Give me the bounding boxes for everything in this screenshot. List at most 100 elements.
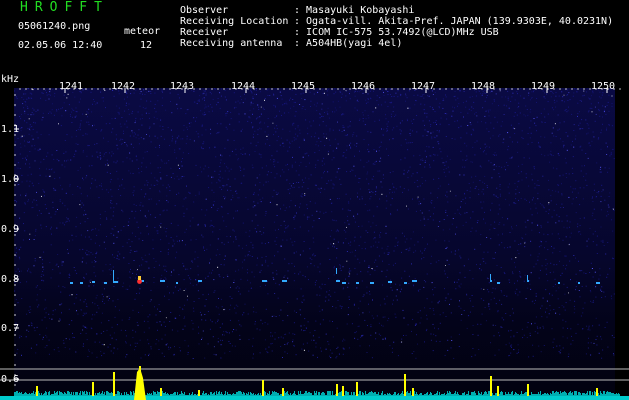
noise-dot (349, 93, 350, 95)
trace-bar (63, 394, 64, 396)
noise-dot (300, 314, 301, 316)
trace-bar (386, 395, 387, 396)
trace-bar (167, 393, 168, 396)
noise-dot (128, 109, 130, 110)
noise-dot (91, 111, 93, 113)
noise-dot (474, 113, 476, 115)
noise-dot (488, 115, 490, 117)
noise-dot (550, 262, 552, 264)
noise-dot (472, 108, 474, 109)
noise-dot (513, 349, 515, 351)
noise-dot (217, 98, 219, 99)
noise-dot (368, 267, 370, 268)
noise-dot (313, 93, 315, 95)
noise-dot (415, 100, 417, 102)
noise-dot (109, 173, 111, 174)
noise-dot (391, 347, 393, 349)
noise-dot (414, 104, 416, 106)
noise-dot (140, 137, 142, 139)
noise-dot (276, 273, 278, 275)
trace-bar (331, 395, 332, 396)
trace-bar (57, 391, 58, 396)
noise-dot (310, 106, 311, 107)
noise-dot (332, 245, 333, 247)
noise-dot (470, 187, 471, 189)
trace-bar (499, 394, 500, 396)
noise-dot (289, 143, 291, 144)
noise-dot (416, 324, 417, 326)
noise-dot (444, 162, 446, 164)
noise-dot (35, 352, 37, 354)
noise-dot (33, 265, 35, 267)
noise-dot (343, 152, 345, 153)
noise-dot (327, 107, 329, 109)
noise-dot (575, 212, 577, 214)
trace-bar (579, 392, 580, 396)
trace-bar (237, 392, 238, 396)
noise-dot (531, 179, 533, 181)
noise-dot (463, 116, 464, 118)
noise-dot (558, 95, 560, 97)
noise-dot (410, 120, 412, 122)
trace-bar (60, 392, 61, 396)
noise-dot (577, 192, 579, 194)
noise-dot (264, 131, 266, 133)
noise-dot (384, 101, 386, 103)
noise-dot (202, 294, 204, 296)
noise-dot (88, 236, 90, 238)
noise-dot (123, 187, 125, 189)
noise-dot (183, 265, 185, 267)
noise-dot (380, 232, 382, 233)
noise-dot (599, 268, 601, 270)
noise-dot (569, 226, 570, 228)
noise-dot (600, 201, 602, 203)
noise-dot (233, 282, 235, 283)
noise-dot (223, 334, 225, 336)
noise-dot (423, 198, 425, 200)
noise-dot (523, 97, 525, 99)
noise-dot (220, 264, 222, 265)
noise-dot (405, 248, 407, 250)
noise-dot (293, 345, 295, 346)
noise-dot (444, 270, 446, 272)
noise-dot (464, 166, 466, 168)
noise-dot (34, 260, 36, 262)
noise-dot (434, 111, 436, 113)
noise-dot (230, 118, 232, 120)
noise-dot (379, 304, 381, 306)
trace-bar (316, 391, 317, 396)
noise-dot (339, 266, 341, 268)
noise-dot (345, 231, 347, 233)
noise-dot (334, 111, 336, 113)
noise-dot (252, 167, 254, 169)
trace-bar (385, 394, 386, 396)
trace-bar (171, 394, 172, 396)
noise-dot (349, 144, 350, 146)
noise-dot (397, 241, 399, 243)
trace-bar (41, 393, 42, 396)
noise-dot (399, 291, 401, 293)
noise-dot (551, 328, 553, 330)
noise-dot (69, 294, 71, 296)
noise-dot (241, 182, 243, 184)
noise-dot (131, 160, 133, 162)
noise-dot (143, 320, 145, 322)
noise-dot (120, 229, 122, 231)
noise-dot (412, 198, 413, 200)
noise-dot (399, 129, 401, 131)
noise-dot (302, 274, 304, 276)
noise-dot (53, 171, 55, 173)
trace-bar (585, 394, 586, 396)
noise-dot (419, 154, 421, 156)
noise-dot (589, 272, 591, 273)
noise-dot (438, 130, 440, 132)
noise-dot (126, 145, 128, 147)
trace-bar (266, 395, 267, 396)
noise-dot (575, 180, 577, 182)
noise-dot (109, 298, 110, 299)
noise-dot (79, 127, 81, 129)
trace-bar (470, 395, 471, 396)
noise-dot (345, 95, 347, 97)
noise-dot (206, 209, 208, 211)
noise-dot (309, 201, 311, 203)
